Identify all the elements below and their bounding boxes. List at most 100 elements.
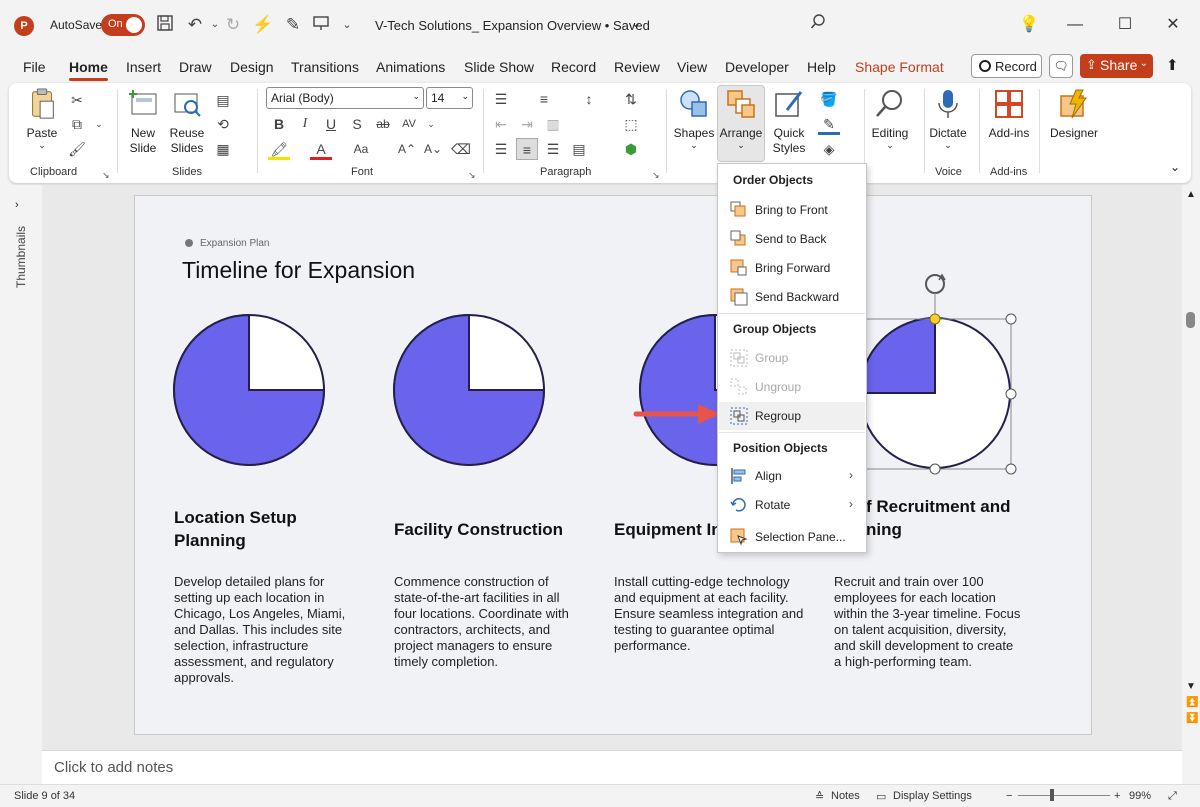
tab-animations[interactable]: Animations [376,59,445,75]
fit-slide-icon[interactable]: ⤢ [1168,790,1177,803]
shadow-icon[interactable]: S [346,113,368,135]
copy-dropdown-icon[interactable]: ⌄ [88,113,110,135]
tab-design[interactable]: Design [230,59,274,75]
selection-pane-item[interactable]: Selection Pane... [755,530,846,544]
grow-font-icon[interactable]: A⌃ [396,138,418,160]
zoom-level[interactable]: 99% [1129,790,1151,802]
text-direction-icon[interactable]: ⇅ [620,88,642,110]
underline-icon[interactable]: U [320,113,342,135]
column-body[interactable]: Recruit and train over 100 employees for… [834,574,1020,670]
bring-to-front-item[interactable]: Bring to Front [755,203,828,217]
tab-record[interactable]: Record [551,59,596,75]
previous-slide-icon[interactable]: ⏫ [1186,697,1198,708]
quick-styles-button[interactable]: Quick Styles [766,88,812,156]
format-painter-icon[interactable]: 🖌 [66,138,88,160]
tab-insert[interactable]: Insert [126,59,161,75]
columns-icon[interactable]: ▥ [542,113,564,135]
tab-slide-show[interactable]: Slide Show [464,59,534,75]
font-color-icon[interactable]: A [310,138,332,160]
shrink-font-icon[interactable]: A⌄ [422,138,444,160]
align-center-icon[interactable]: ≡ [516,138,538,160]
tab-shape-format[interactable]: Shape Format [855,59,944,75]
minimize-button[interactable]: — [1062,12,1088,38]
scroll-thumb[interactable] [1186,312,1195,328]
record-button[interactable]: Record [971,54,1042,78]
column-heading[interactable]: Facility Construction [394,518,563,541]
shapes-button[interactable]: Shapes ⌄ [672,88,716,151]
search-icon[interactable] [807,14,829,36]
clipboard-launcher-icon[interactable]: ↘ [102,170,110,181]
paste-button[interactable]: Paste ⌄ [24,88,60,151]
increase-indent-icon[interactable]: ⇥ [516,113,538,135]
column-body[interactable]: Develop detailed plans for setting up ea… [174,574,345,686]
tab-help[interactable]: Help [807,59,836,75]
layout-icon[interactable]: ▤ [212,89,234,111]
justify-icon[interactable]: ▤ [568,138,590,160]
align-text-icon[interactable]: ⬚ [620,113,642,135]
zoom-in-icon[interactable]: + [1114,790,1120,802]
shape-effects-icon[interactable]: ◈ [818,138,840,160]
italic-icon[interactable]: I [294,113,316,135]
align-left-icon[interactable]: ☰ [490,138,512,160]
designer-button[interactable]: Designer [1046,88,1102,140]
resize-handle[interactable] [1005,313,1017,325]
draw-pen-icon[interactable]: ✎ [282,14,304,36]
zoom-out-icon[interactable]: − [1006,790,1012,802]
tab-file[interactable]: File [23,59,46,75]
font-launcher-icon[interactable]: ↘ [468,170,476,181]
adjust-handle[interactable] [929,313,941,325]
bring-forward-item[interactable]: Bring Forward [755,261,830,275]
ungroup-item[interactable]: Ungroup [755,380,801,394]
rotate-item[interactable]: Rotate [755,498,790,512]
reset-icon[interactable]: ⟲ [212,113,234,135]
resize-handle[interactable] [929,463,941,475]
display-settings[interactable]: Display Settings [893,790,972,802]
save-icon[interactable] [154,14,176,36]
column-heading[interactable]: f Recruitment and ning [866,495,1011,541]
resize-handle[interactable] [1005,463,1017,475]
close-button[interactable]: ✕ [1160,12,1186,38]
rotate-handle-icon[interactable] [925,274,945,294]
title-chevron-icon[interactable]: ⌄ [631,16,641,30]
highlight-icon[interactable]: 🖍 [268,138,290,160]
display-settings-icon[interactable]: ▭ [876,790,886,803]
comments-button[interactable]: 🗨 [1049,54,1073,78]
strikethrough-icon[interactable]: ab [372,113,394,135]
shape-outline-icon[interactable]: ✎ [818,113,840,135]
tab-draw[interactable]: Draw [179,59,212,75]
present-icon[interactable] [310,14,332,36]
font-name-select[interactable]: Arial (Body) ⌄ [266,87,424,109]
reuse-slides-button[interactable]: Reuse Slides [168,88,206,156]
resize-handle[interactable] [1005,388,1017,400]
ribbon-display-icon[interactable]: ⬆ [1166,56,1179,74]
copy-icon[interactable]: ⧉ [66,113,88,135]
bold-icon[interactable]: B [268,113,290,135]
bullets-icon[interactable]: ☰ [490,88,512,110]
column-body[interactable]: Commence construction of state-of-the-ar… [394,574,569,670]
scroll-up-icon[interactable]: ▲ [1186,189,1196,200]
align-right-icon[interactable]: ☰ [542,138,564,160]
redo-icon[interactable]: ↻ [222,14,244,36]
smartart-icon[interactable]: ⬢ [620,138,642,160]
column-heading[interactable]: Equipment In [614,518,722,541]
notes-placeholder[interactable]: Click to add notes [54,759,173,776]
cut-icon[interactable]: ✂ [66,89,88,111]
character-spacing-icon[interactable]: AV [398,113,420,135]
dictate-button[interactable]: Dictate ⌄ [926,88,970,151]
group-item[interactable]: Group [755,351,788,365]
scroll-down-icon[interactable]: ▼ [1186,681,1196,692]
clear-formatting-icon[interactable]: ⌫ [450,138,472,160]
collapse-ribbon-icon[interactable]: ⌄ [1170,160,1180,174]
column-heading[interactable]: Location Setup Planning [174,506,297,552]
notes-pane[interactable] [42,750,1182,784]
numbering-icon[interactable]: ≡ [533,88,555,110]
send-backward-item[interactable]: Send Backward [755,290,839,304]
tab-review[interactable]: Review [614,59,660,75]
send-to-back-item[interactable]: Send to Back [755,232,826,246]
undo-icon[interactable]: ↶ [184,14,206,36]
magic-wand-icon[interactable]: ⚡ [252,14,274,36]
share-button[interactable]: ⇪ Share ⌄ [1080,54,1153,78]
change-case-icon[interactable]: Aa [350,138,372,160]
font-size-select[interactable]: 14 ⌄ [426,87,473,109]
notes-icon[interactable]: ≙ [815,790,824,803]
